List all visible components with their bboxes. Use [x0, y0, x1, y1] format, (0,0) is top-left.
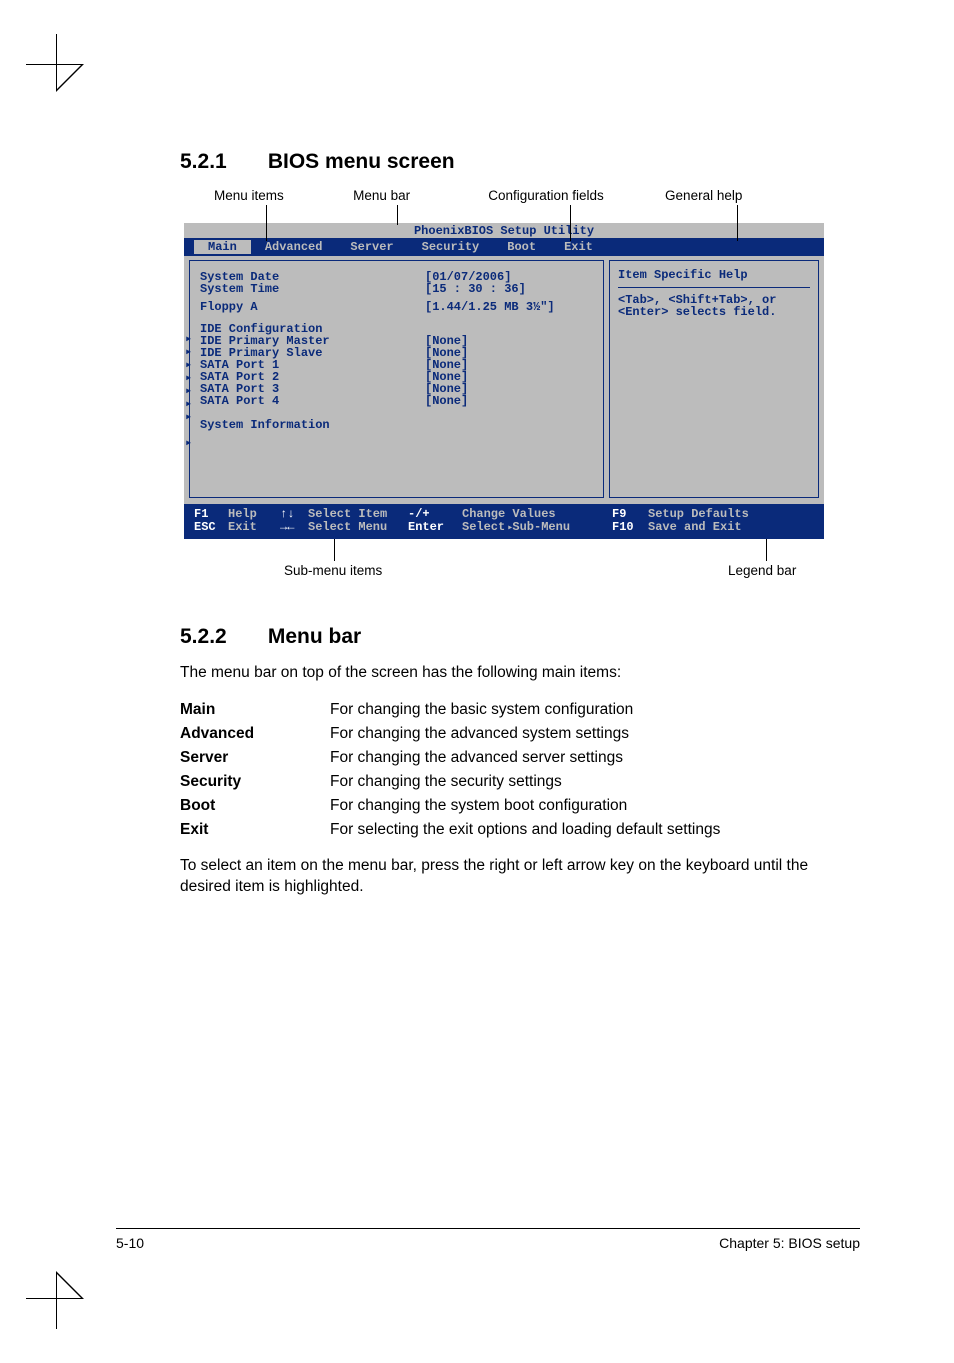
- def-term: Security: [180, 770, 330, 794]
- submenu-arrow-icon: ▸: [185, 437, 192, 450]
- label-config-fields: Configuration fields: [488, 188, 665, 203]
- bios-label: SATA Port 4: [200, 395, 425, 407]
- section-number: 5.2.2: [180, 625, 262, 649]
- label-menu-items: Menu items: [184, 188, 353, 203]
- def-term: Server: [180, 746, 330, 770]
- chapter-title: Chapter 5: BIOS setup: [719, 1235, 860, 1251]
- legend-change-values: Change Values: [462, 508, 612, 520]
- legend-key-f1: F1: [194, 508, 228, 520]
- section-intro: The menu bar on top of the screen has th…: [180, 663, 860, 684]
- def-desc: For changing the security settings: [330, 770, 720, 794]
- legend-setup-defaults: Setup Defaults: [648, 508, 814, 520]
- page-footer: 5-10 Chapter 5: BIOS setup: [116, 1228, 860, 1251]
- legend-key-enter: Enter: [408, 521, 462, 534]
- page-number: 5-10: [116, 1235, 144, 1251]
- label-general-help: General help: [665, 188, 824, 203]
- bios-menubar: Main Advanced Server Security Boot Exit: [184, 238, 824, 256]
- bios-row-floppy-a[interactable]: Floppy A [1.44/1.25 MB 3½"]: [200, 301, 593, 313]
- submenu-arrow-column: ▸ ▸ ▸ ▸ ▸ ▸ ▸ ▸: [185, 333, 192, 450]
- bios-label: Floppy A: [200, 301, 425, 313]
- legend-select-submenu: Select Sub-Menu ▸: [462, 521, 612, 534]
- def-desc: For changing the basic system configurat…: [330, 698, 720, 722]
- legend-exit: Exit: [228, 521, 280, 534]
- bios-tab-exit[interactable]: Exit: [550, 240, 607, 254]
- label-legend-bar: Legend bar: [728, 563, 796, 578]
- legend-key-leftright: →←: [280, 521, 308, 534]
- bios-value: [15 : 30 : 36]: [425, 283, 526, 295]
- def-term: Boot: [180, 794, 330, 818]
- submenu-arrow-icon: ▸: [185, 411, 192, 424]
- bios-legend-bar: F1 Help ↑↓ Select Item -/+ Change Values…: [184, 504, 824, 539]
- section-title: Menu bar: [268, 625, 361, 648]
- legend-key-updown: ↑↓: [280, 508, 308, 520]
- table-row: SecurityFor changing the security settin…: [180, 770, 720, 794]
- legend-key-plusminus: -/+: [408, 508, 462, 520]
- bios-value: [None]: [425, 395, 468, 407]
- bios-row-system-information[interactable]: System Information: [200, 419, 593, 431]
- bios-help-text: <Tab>, <Shift+Tab>, or <Enter> selects f…: [618, 294, 810, 318]
- table-row: ServerFor changing the advanced server s…: [180, 746, 720, 770]
- def-desc: For changing the system boot configurati…: [330, 794, 720, 818]
- bios-label: System Information: [200, 419, 425, 431]
- table-row: BootFor changing the system boot configu…: [180, 794, 720, 818]
- bios-row-sata-port-4[interactable]: SATA Port 4 [None]: [200, 395, 593, 407]
- table-row: AdvancedFor changing the advanced system…: [180, 722, 720, 746]
- section-outro: To select an item on the menu bar, press…: [180, 856, 860, 898]
- def-term: Advanced: [180, 722, 330, 746]
- legend-select-menu: Select Menu: [308, 521, 408, 534]
- legend-key-f9: F9: [612, 508, 648, 520]
- figure-top-labels: Menu items Menu bar Configuration fields…: [184, 188, 824, 203]
- def-desc: For changing the advanced system setting…: [330, 722, 720, 746]
- bios-tab-boot[interactable]: Boot: [493, 240, 550, 254]
- legend-key-esc: ESC: [194, 521, 228, 534]
- legend-select-item: Select Item: [308, 508, 408, 520]
- table-row: ExitFor selecting the exit options and l…: [180, 818, 720, 842]
- bios-screen: PhoenixBIOS Setup Utility Main Advanced …: [184, 223, 824, 539]
- legend-key-f10: F10: [612, 521, 648, 534]
- section-5-2-2-heading: 5.2.2 Menu bar: [180, 625, 860, 649]
- section-number: 5.2.1: [180, 150, 262, 174]
- bios-help-title: Item Specific Help: [618, 269, 810, 288]
- def-desc: For selecting the exit options and loadi…: [330, 818, 720, 842]
- menu-bar-definitions: MainFor changing the basic system config…: [180, 698, 720, 842]
- bios-tab-server[interactable]: Server: [336, 240, 407, 254]
- bios-tab-advanced[interactable]: Advanced: [251, 240, 337, 254]
- figure-bottom-labels: Sub-menu items Legend bar: [184, 539, 824, 583]
- bios-tab-security[interactable]: Security: [408, 240, 494, 254]
- chevron-right-icon: ▸: [507, 523, 513, 534]
- bios-label: System Time: [200, 283, 425, 295]
- def-desc: For changing the advanced server setting…: [330, 746, 720, 770]
- page-content: 5.2.1 BIOS menu screen Menu items Menu b…: [180, 150, 860, 912]
- legend-save-exit: Save and Exit: [648, 521, 814, 534]
- table-row: MainFor changing the basic system config…: [180, 698, 720, 722]
- section-title: BIOS menu screen: [268, 150, 455, 173]
- section-5-2-1-heading: 5.2.1 BIOS menu screen: [180, 150, 860, 174]
- label-menu-bar: Menu bar: [353, 188, 488, 203]
- figure-top-ticks: [184, 205, 824, 223]
- crop-mark-bottom-left: [26, 1254, 101, 1329]
- bios-tab-main[interactable]: Main: [194, 240, 251, 254]
- legend-select-submenu-text: Select Sub-Menu: [462, 520, 570, 534]
- def-term: Main: [180, 698, 330, 722]
- bios-title: PhoenixBIOS Setup Utility: [184, 223, 824, 238]
- label-submenu-items: Sub-menu items: [284, 563, 382, 578]
- bios-figure: Menu items Menu bar Configuration fields…: [184, 188, 824, 583]
- crop-mark-top-left: [26, 34, 101, 109]
- bios-left-pane: System Date [01/07/2006] System Time [15…: [189, 260, 604, 498]
- def-term: Exit: [180, 818, 330, 842]
- bios-help-pane: Item Specific Help <Tab>, <Shift+Tab>, o…: [609, 260, 819, 498]
- bios-row-system-time[interactable]: System Time [15 : 30 : 36]: [200, 283, 593, 295]
- legend-help: Help: [228, 508, 280, 520]
- bios-value: [1.44/1.25 MB 3½"]: [425, 301, 555, 313]
